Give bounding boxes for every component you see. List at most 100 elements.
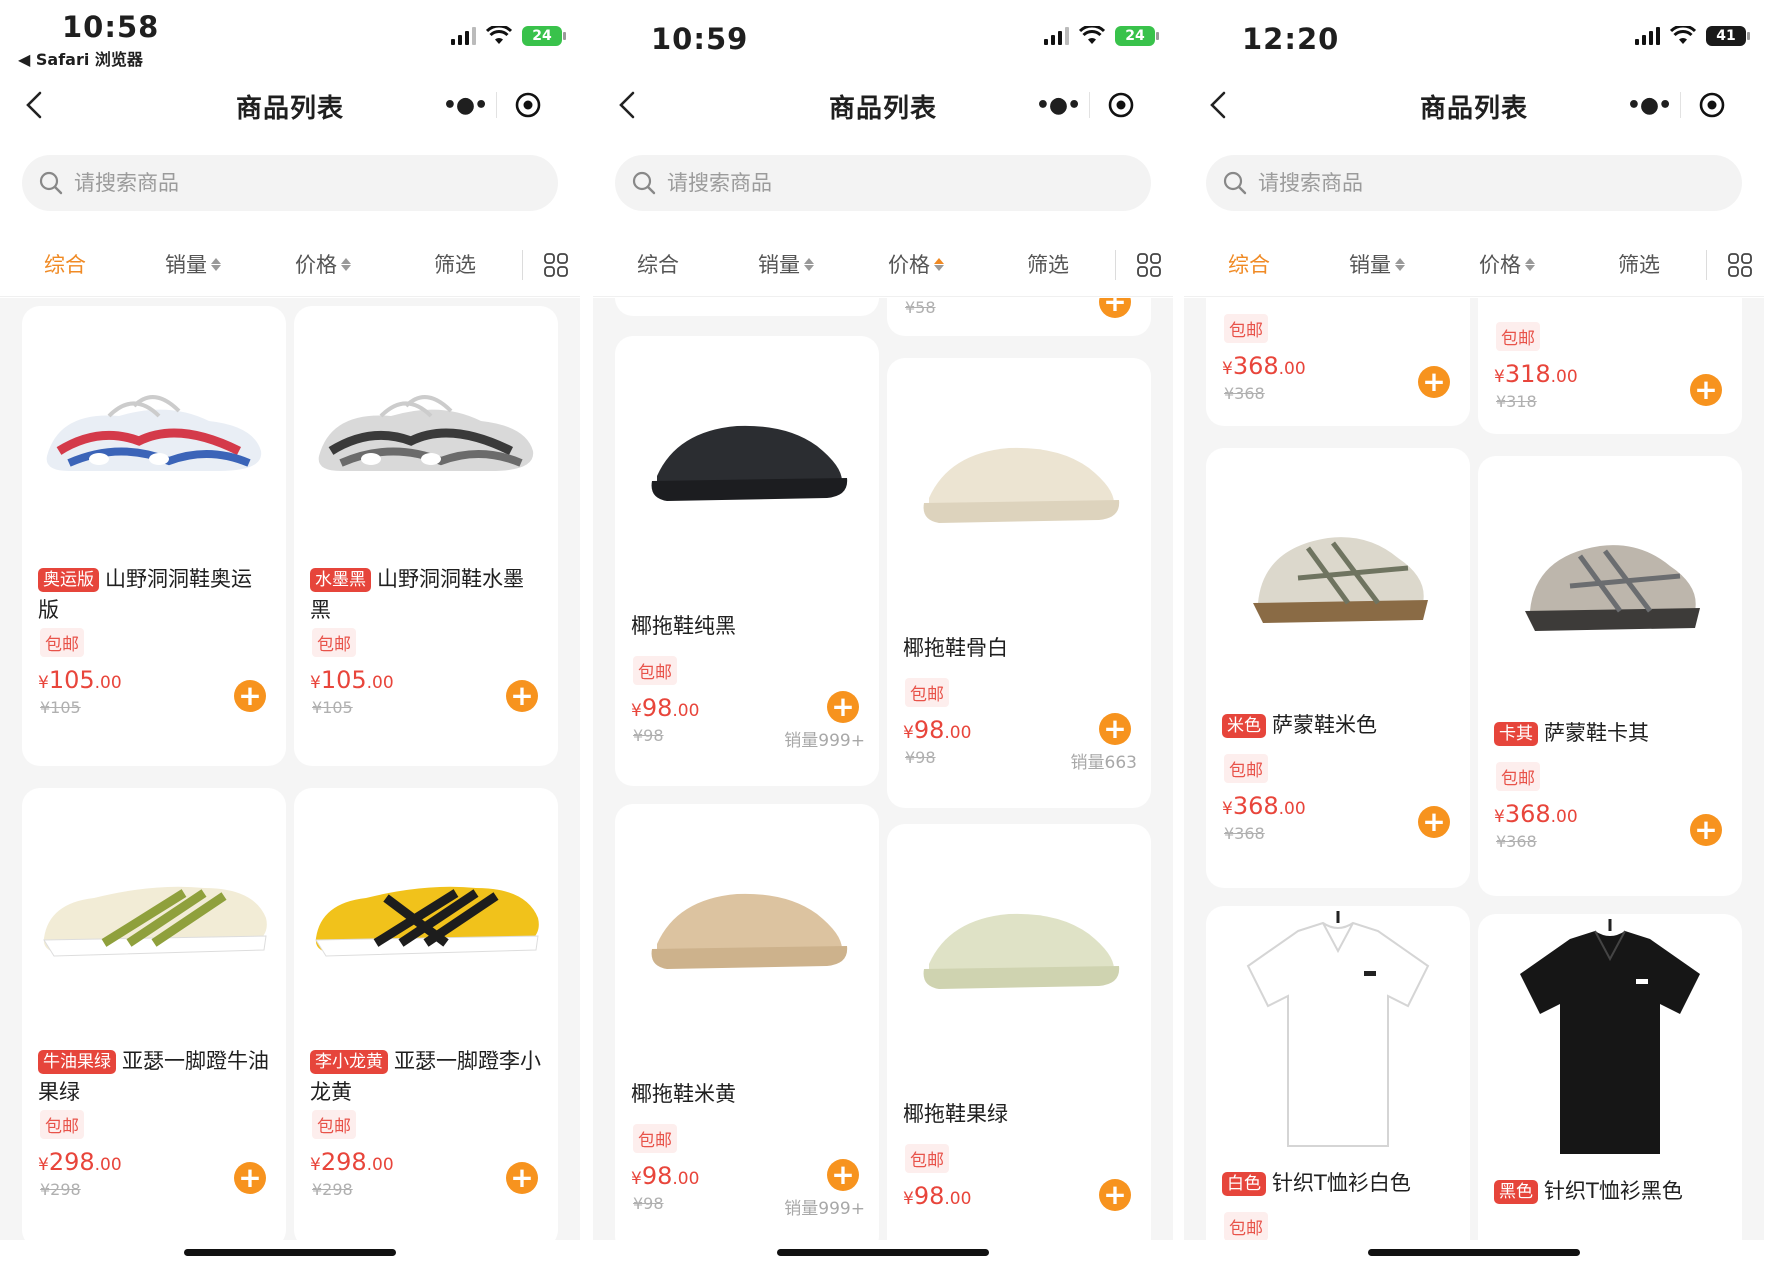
sort-arrows-icon <box>934 257 944 271</box>
tab-filter[interactable]: 筛选 <box>1027 249 1069 279</box>
add-to-cart-button[interactable]: + <box>1099 713 1131 745</box>
add-to-cart-button[interactable]: + <box>1690 814 1722 846</box>
grid-view-icon[interactable] <box>543 252 569 278</box>
hiking-shoe-beige-icon <box>1206 448 1470 698</box>
product-card[interactable]: 椰拖鞋果绿 包邮 ¥98.00 + <box>887 824 1151 1240</box>
product-card[interactable]: 奥运版 山野洞洞鞋奥运版 包邮 ¥105.00 ¥105 + <box>22 306 286 766</box>
product-price: ¥105.00 <box>38 666 122 694</box>
tshirt-white-icon <box>1206 906 1470 1156</box>
product-name: 米色 萨蒙鞋米色 <box>1222 710 1456 741</box>
tab-overall[interactable]: 综合 <box>1228 249 1270 279</box>
product-card[interactable]: 椰拖鞋米黄 包邮 ¥98.00 ¥98 + 销量999+ <box>615 804 879 1240</box>
close-target-icon[interactable] <box>1090 91 1152 119</box>
add-to-cart-button[interactable]: + <box>1418 366 1450 398</box>
tab-filter[interactable]: 筛选 <box>434 249 476 279</box>
status-bar: 10:59 24 <box>593 0 1173 70</box>
more-icon[interactable]: •●• <box>1618 93 1680 118</box>
product-card[interactable]: 白色 针织T恤衫白色 包邮 <box>1206 906 1470 1240</box>
sort-tabs: 综合 销量 价格 筛选 <box>593 232 1173 297</box>
status-icons: 41 <box>1635 26 1750 46</box>
product-price: ¥318.00 <box>1494 360 1578 388</box>
product-name: 椰拖鞋纯黑 <box>631 611 865 642</box>
search-input[interactable] <box>1256 170 1640 196</box>
tab-sales[interactable]: 销量 <box>165 249 221 279</box>
free-shipping-badge: 包邮 <box>905 678 949 707</box>
original-price: ¥368 <box>1496 832 1537 851</box>
product-title: 椰拖鞋米黄 <box>631 1082 736 1106</box>
product-price: ¥368.00 <box>1222 792 1306 820</box>
search-bar[interactable] <box>1206 155 1742 211</box>
close-target-icon[interactable] <box>1681 91 1743 119</box>
product-price: ¥98.00 <box>903 1182 972 1210</box>
free-shipping-badge: 包邮 <box>1496 762 1540 791</box>
original-price: ¥368 <box>1224 824 1265 843</box>
add-to-cart-button[interactable]: + <box>234 680 266 712</box>
status-time: 10:59 <box>651 22 749 56</box>
back-to-app-link[interactable]: ◀ Safari 浏览器 <box>18 46 143 70</box>
product-card[interactable]: 椰拖鞋纯黑 包邮 ¥98.00 ¥98 + 销量999+ <box>615 336 879 786</box>
add-to-cart-button[interactable]: + <box>506 1162 538 1194</box>
add-to-cart-button[interactable]: + <box>1418 806 1450 838</box>
tab-price[interactable]: 价格 <box>888 249 944 279</box>
tab-sales[interactable]: 销量 <box>1349 249 1405 279</box>
product-title: 椰拖鞋骨白 <box>903 636 1008 660</box>
grid-view-icon[interactable] <box>1136 252 1162 278</box>
tab-filter[interactable]: 筛选 <box>1618 249 1660 279</box>
product-card[interactable]: 水墨黑 山野洞洞鞋水墨黑 包邮 ¥105.00 ¥105 + <box>294 306 558 766</box>
product-card[interactable]: 椰拖鞋骨白 包邮 ¥98.00 ¥98 + 销量663 <box>887 358 1151 808</box>
add-to-cart-button[interactable]: + <box>1099 1179 1131 1211</box>
status-bar: 12:20 41 <box>1184 0 1764 70</box>
add-to-cart-button[interactable]: + <box>827 1159 859 1191</box>
status-time: 10:58 <box>62 10 160 44</box>
tab-sales-label: 销量 <box>758 253 800 277</box>
tab-price[interactable]: 价格 <box>1479 249 1535 279</box>
more-icon[interactable]: •●• <box>434 93 496 118</box>
search-bar[interactable] <box>22 155 558 211</box>
battery-icon: 24 <box>522 26 566 46</box>
status-icons: 24 <box>1044 26 1159 46</box>
slide-green-icon <box>887 824 1151 1074</box>
product-card[interactable]: 卡其 萨蒙鞋卡其 包邮 ¥368.00 ¥368 + <box>1478 456 1742 896</box>
signal-icon <box>451 27 476 45</box>
product-card-partial[interactable] <box>615 298 879 316</box>
tab-overall[interactable]: 综合 <box>637 249 679 279</box>
search-input[interactable] <box>72 170 456 196</box>
add-to-cart-button[interactable]: + <box>1690 374 1722 406</box>
free-shipping-badge: 包邮 <box>1224 754 1268 783</box>
product-card-partial[interactable]: 包邮 ¥318.00 ¥318 + <box>1478 298 1742 434</box>
more-icon[interactable]: •●• <box>1027 93 1089 118</box>
add-to-cart-button[interactable]: + <box>506 680 538 712</box>
product-price: ¥298.00 <box>310 1148 394 1176</box>
tab-overall[interactable]: 综合 <box>44 249 86 279</box>
product-card-partial[interactable]: ¥58 + <box>887 298 1151 336</box>
product-card[interactable]: 李小龙黄 亚瑟一脚蹬李小龙黄 包邮 ¥298.00 ¥298 + <box>294 788 558 1240</box>
tab-filter-label: 筛选 <box>434 253 476 277</box>
product-card[interactable]: 米色 萨蒙鞋米色 包邮 ¥368.00 ¥368 + <box>1206 448 1470 888</box>
close-target-icon[interactable] <box>497 91 559 119</box>
product-card[interactable]: 黑色 针织T恤衫黑色 <box>1478 914 1742 1240</box>
tab-overall-label: 综合 <box>637 253 679 277</box>
tab-price[interactable]: 价格 <box>295 249 351 279</box>
original-price: ¥298 <box>40 1180 81 1199</box>
product-name: 椰拖鞋果绿 <box>903 1099 1137 1130</box>
search-bar[interactable] <box>615 155 1151 211</box>
free-shipping-badge: 包邮 <box>1496 322 1540 351</box>
add-to-cart-button[interactable]: + <box>1099 298 1131 318</box>
product-name: 奥运版 山野洞洞鞋奥运版 <box>38 564 272 626</box>
variant-tag: 白色 <box>1222 1172 1266 1196</box>
search-input[interactable] <box>665 170 1049 196</box>
product-card[interactable]: 牛油果绿 亚瑟一脚蹬牛油果绿 包邮 ¥298.00 ¥298 + <box>22 788 286 1240</box>
status-time: 12:20 <box>1242 22 1340 56</box>
grid-view-icon[interactable] <box>1727 252 1753 278</box>
product-card-partial[interactable]: 包邮 105¥368.00 ¥368 + <box>1206 298 1470 426</box>
free-shipping-badge: 包邮 <box>40 628 84 657</box>
sort-arrows-icon <box>341 257 351 271</box>
product-price: ¥298.00 <box>38 1148 122 1176</box>
add-to-cart-button[interactable]: + <box>827 691 859 723</box>
original-price: ¥98 <box>633 726 664 745</box>
variant-tag: 黑色 <box>1494 1180 1538 1204</box>
tab-sales[interactable]: 销量 <box>758 249 814 279</box>
variant-tag: 米色 <box>1222 714 1266 738</box>
add-to-cart-button[interactable]: + <box>234 1162 266 1194</box>
screenshots-row: 10:58 ◀ Safari 浏览器 24 商品列表 •●• 综合 销量 价格 <box>0 0 1774 1280</box>
